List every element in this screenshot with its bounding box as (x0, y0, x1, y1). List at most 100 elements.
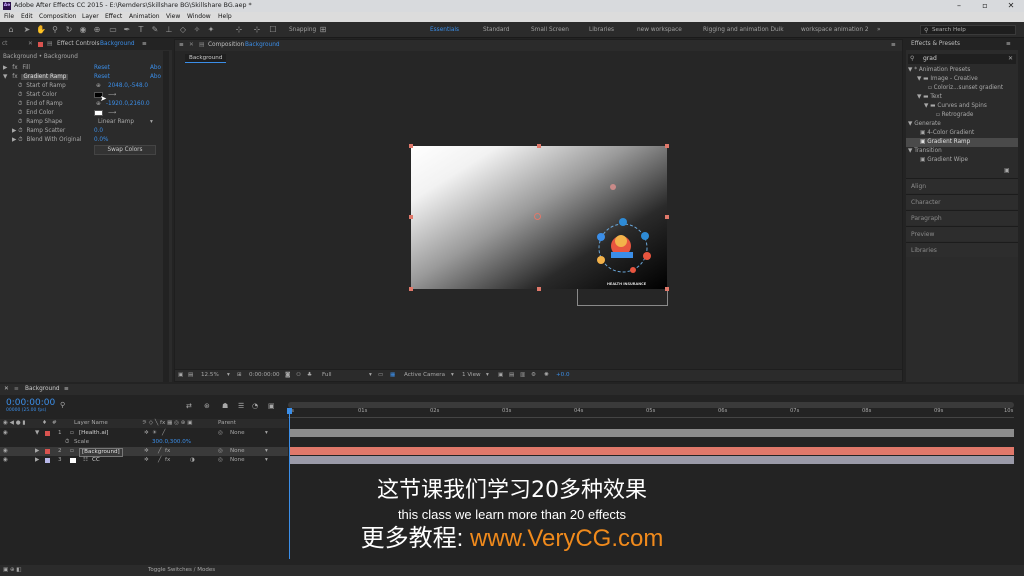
brush-tool-icon[interactable]: ✎ (150, 25, 160, 35)
draft-3d-icon[interactable]: ⊛ (204, 402, 210, 410)
parent-pick-whip-icon[interactable]: ◎ (218, 429, 223, 438)
camera-tool-icon[interactable]: ◉ (78, 25, 88, 35)
transform-handle[interactable] (537, 144, 541, 148)
parent-dropdown[interactable]: None (230, 429, 245, 438)
home-icon[interactable]: ⌂ (6, 25, 16, 35)
gradient-ramp-effect-row[interactable]: ▼ fx Gradient Ramp Reset Abo (3, 73, 163, 82)
puppet-tool-icon[interactable]: ✦ (206, 25, 216, 35)
character-section[interactable]: Character (906, 194, 1018, 209)
layer-duration-bar[interactable] (289, 456, 1014, 464)
crosshair-icon[interactable]: ⊕ (96, 82, 101, 91)
maximize-icon[interactable]: ▫ (972, 0, 998, 12)
continuous-raster-icon[interactable]: ☀ (152, 429, 157, 438)
hand-tool-icon[interactable]: ✋ (36, 25, 46, 35)
collapse-arrow-icon[interactable]: ▼ (3, 74, 7, 80)
pen-tool-icon[interactable]: ✒ (122, 25, 132, 35)
fx-icon[interactable]: fx (12, 74, 17, 80)
timeline-tab[interactable]: ✕ ≡ Background ≡ (0, 384, 1024, 395)
ramp-scatter-value[interactable]: 0.0 (94, 127, 103, 136)
composition-subtab[interactable]: Background (185, 54, 227, 63)
preview-section[interactable]: Preview (906, 226, 1018, 241)
snap-icon[interactable]: ⊞ (318, 25, 328, 35)
help-search-field[interactable]: ⚲ Search Help (920, 25, 1016, 35)
composition-tab[interactable]: ≡ ✕ ▤ Composition Background ≡ (175, 40, 902, 51)
swap-colors-button[interactable]: Swap Colors (94, 145, 156, 155)
stopwatch-icon[interactable]: ⏱ (18, 119, 22, 125)
layer-name-header[interactable]: Layer Name (74, 419, 108, 428)
end-of-ramp-value[interactable]: -1920.0,2160.0 (106, 100, 150, 109)
layer-duration-bar-selected[interactable] (289, 447, 1014, 455)
region-icon[interactable]: ▭ (378, 370, 383, 381)
menu-file[interactable]: File (4, 12, 14, 22)
toggle-switches-modes[interactable]: Toggle Switches / Modes (148, 565, 215, 576)
fill-effect-row[interactable]: ▶ fx Fill Reset Abo (3, 64, 163, 73)
menu-edit[interactable]: Edit (21, 12, 33, 22)
parent-header[interactable]: Parent (218, 419, 236, 428)
close-tab-icon[interactable]: ✕ (28, 39, 33, 50)
workspace-overflow-icon[interactable]: » (877, 25, 881, 35)
view-layout-dropdown[interactable]: 1 View (462, 370, 481, 381)
tree-generate[interactable]: ▼ Generate (906, 120, 1018, 129)
zoom-tool-icon[interactable]: ⚲ (50, 25, 60, 35)
crosshair-icon[interactable]: ⊕ (96, 100, 101, 109)
tree-retrograde[interactable]: ▫ Retrograde (906, 111, 1018, 120)
toggle-pixel-icon[interactable]: ▣ (498, 370, 503, 381)
workspace-small-screen[interactable]: Small Screen (531, 25, 569, 35)
parent-pick-whip-icon[interactable]: ◎ (218, 447, 223, 456)
workspace-libraries[interactable]: Libraries (589, 25, 614, 35)
menu-view[interactable]: View (166, 12, 180, 22)
transform-handle[interactable] (409, 215, 413, 219)
time-ruler[interactable]: 0s 01s 02s 03s 04s 05s 06s 07s 08s 09s 1… (288, 408, 1014, 418)
transform-handle[interactable] (665, 144, 669, 148)
fx-icon[interactable]: fx (12, 65, 17, 71)
comp-mini-flowchart-icon[interactable]: ⇄ (186, 402, 192, 410)
layer-name[interactable]: CC (92, 456, 100, 465)
expand-arrow-icon[interactable]: ▶ (12, 137, 16, 143)
parent-dropdown[interactable]: None (230, 447, 245, 456)
workspace-essentials[interactable]: Essentials (430, 25, 459, 35)
rotate-tool-icon[interactable]: ↻ (64, 25, 74, 35)
timeline-menu-icon[interactable]: ≡ (14, 384, 19, 395)
expand-arrow-icon[interactable]: ▶ (35, 447, 39, 456)
tree-text[interactable]: ▼ ▬ Text (906, 93, 1018, 102)
stopwatch-icon[interactable]: ⏱ (18, 92, 22, 98)
effect-controls-tab[interactable]: ct ✕ ▤ Effect Controls Background ≡ (0, 39, 172, 50)
tree-transition[interactable]: ▼ Transition (906, 147, 1018, 156)
workspace-new[interactable]: new workspace (637, 25, 682, 35)
snapshot-icon[interactable]: ◙ (285, 370, 290, 381)
quality-icon[interactable]: ╱ (162, 429, 165, 438)
exposure-icon[interactable]: ✺ (544, 370, 549, 381)
ramp-point-handle[interactable] (610, 184, 616, 190)
camera-dropdown[interactable]: Active Camera (404, 370, 445, 381)
start-of-ramp-value[interactable]: 2048.0,-548.0 (108, 82, 148, 91)
effects-search-input[interactable]: ⚲ grad ✕ (908, 54, 1016, 64)
eyedropper-icon[interactable]: ⟶ (108, 91, 116, 100)
gradient-ramp-reset-link[interactable]: Reset (94, 73, 110, 82)
pan-behind-tool-icon[interactable]: ⊕ (92, 25, 102, 35)
visibility-eye-icon[interactable]: ◉ (3, 447, 8, 456)
panel-menu-icon[interactable]: ≡ (142, 39, 147, 50)
transform-handle[interactable] (409, 144, 413, 148)
menu-animation[interactable]: Animation (129, 12, 160, 22)
type-tool-icon[interactable]: T (136, 25, 146, 35)
effects-presets-tab[interactable]: Effects & Presets ≡ (906, 39, 1018, 50)
workspace-animation-2[interactable]: workspace animation 2 (801, 25, 869, 35)
stopwatch-icon[interactable]: ⏱ (18, 137, 22, 143)
expand-arrow-icon[interactable]: ▶ (12, 128, 16, 134)
selection-tool-icon[interactable]: ➤ (22, 25, 32, 35)
stopwatch-icon[interactable]: ⏱ (65, 438, 69, 447)
menu-layer[interactable]: Layer (82, 12, 99, 22)
grid-icon[interactable]: ⊞ (237, 370, 242, 381)
layer-row[interactable]: ◉ ▼ 1 ▫ [Health.ai] ✲ ☀ ╱ ◎ None ▾ (0, 429, 288, 438)
align-icon[interactable]: ⊹ (234, 25, 244, 35)
tree-animation-presets[interactable]: ▼ * Animation Presets (906, 66, 1018, 75)
stopwatch-icon[interactable]: ⏱ (18, 83, 22, 89)
mask-icon[interactable]: ▤ (188, 370, 193, 381)
frame-blending-icon[interactable]: ☰ (238, 402, 244, 410)
graph-editor-icon[interactable]: ▣ (268, 402, 275, 410)
menu-help[interactable]: Help (218, 12, 232, 22)
transform-handle[interactable] (537, 287, 541, 291)
fx-switch-icon[interactable]: fx (165, 447, 170, 456)
timeline-icon[interactable]: ▥ (520, 370, 525, 381)
expand-arrow-icon[interactable]: ▶ (35, 456, 39, 465)
